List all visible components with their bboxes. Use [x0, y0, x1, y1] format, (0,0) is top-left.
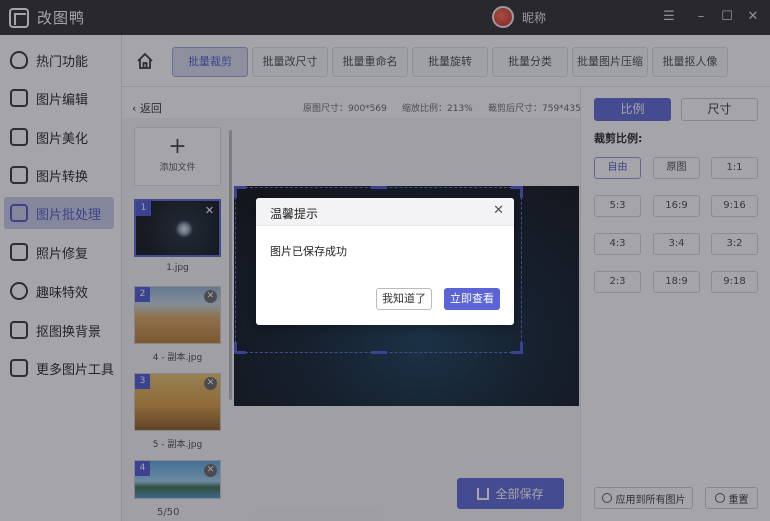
dialog-message: 图片已保存成功: [270, 245, 347, 258]
got-it-button[interactable]: 我知道了: [376, 288, 432, 310]
view-now-button[interactable]: 立即查看: [444, 288, 500, 310]
close-icon[interactable]: ✕: [493, 203, 504, 218]
dialog-title: 温馨提示: [270, 207, 319, 221]
dialog-header: 温馨提示 ✕: [256, 198, 514, 226]
tip-dialog: 温馨提示 ✕ 图片已保存成功 我知道了 立即查看: [256, 198, 514, 325]
